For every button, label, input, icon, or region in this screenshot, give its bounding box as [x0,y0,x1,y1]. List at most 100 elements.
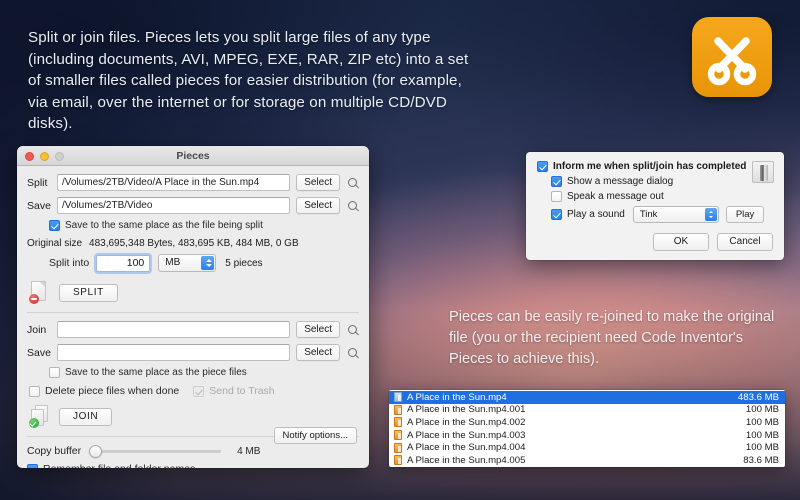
inform-row[interactable]: Inform me when split/join has completed [537,161,773,172]
speak-label: Speak a message out [567,191,664,202]
split-size-input[interactable]: 100 [96,254,151,272]
play-sound-button[interactable]: Play [725,206,765,223]
file-list-row[interactable]: A Place in the Sun.mp4 483.6 MB [389,391,785,404]
join-same-place-checkbox[interactable] [49,367,60,378]
window-titlebar[interactable]: Pieces [17,146,369,166]
remember-names-label: Remember file and folder names [43,463,195,468]
inform-checkbox[interactable] [537,161,548,172]
file-name: A Place in the Sun.mp4.004 [407,442,526,454]
join-save-input[interactable] [57,344,291,361]
split-label: Split [27,176,48,189]
join-save-path-row: Save Select [27,344,359,361]
file-list-row[interactable]: A Place in the Sun.mp4.002 100 MB [389,416,785,429]
piece-file-icon [394,430,402,441]
join-label: Join [27,323,47,336]
delete-pieces-row: Delete piece files when done Send to Tra… [29,385,359,397]
join-same-place-row[interactable]: Save to the same place as the piece file… [49,367,359,378]
file-list-row[interactable]: A Place in the Sun.mp4.001 100 MB [389,404,785,417]
remember-names-checkbox[interactable] [27,463,38,468]
split-same-place-row[interactable]: Save to the same place as the file being… [49,220,359,231]
file-size: 100 MB [745,416,779,428]
copy-buffer-slider[interactable] [89,444,222,458]
split-save-input[interactable]: /Volumes/2TB/Video [57,197,291,214]
send-to-trash-checkbox [193,385,205,397]
split-into-row: Split into 100 MB 5 pieces [49,254,359,272]
video-file-icon [394,392,402,403]
show-dialog-row[interactable]: Show a message dialog [551,176,773,187]
piece-file-icon [394,455,402,466]
sound-select-value: Tink [639,209,658,220]
join-path-input[interactable] [57,321,291,338]
split-action-row: SPLIT [29,281,359,304]
dialog-buttons: OK Cancel [653,233,773,251]
original-size-row: Original size 483,695,348 Bytes, 483,695… [27,238,359,249]
original-size-value: 483,695,348 Bytes, 483,695 KB, 484 MB, 0… [89,238,299,249]
original-size-label: Original size [27,238,83,249]
magnifier-icon[interactable] [347,347,359,359]
split-select-button[interactable]: Select [296,174,340,191]
pieces-count-text: 5 pieces [225,257,263,269]
delete-pieces-checkbox[interactable] [29,385,40,397]
promo-headline-right: Pieces can be easily re-joined to make t… [449,309,775,367]
join-path-row: Join Select [27,321,359,338]
join-button[interactable]: JOIN [59,407,113,426]
file-name: A Place in the Sun.mp4 [407,391,507,403]
file-list-panel[interactable]: A Place in the Sun.mp4 483.6 MB A Place in… [389,390,785,467]
split-save-path-row: Save /Volumes/2TB/Video Select [27,197,359,214]
copy-buffer-label: Copy buffer [27,445,82,457]
file-list-row[interactable]: A Place in the Sun.mp4.003 100 MB [389,429,785,442]
file-list-row[interactable]: A Place in the Sun.mp4.005 83.6 MB [389,454,785,467]
documents-check-icon [29,405,50,428]
show-dialog-checkbox[interactable] [551,176,562,187]
slider-knob[interactable] [89,444,103,458]
split-save-select-button[interactable]: Select [296,197,340,214]
file-list-row[interactable]: A Place in the Sun.mp4.004 100 MB [389,441,785,454]
piece-file-icon [394,442,402,453]
file-name: A Place in the Sun.mp4.003 [407,429,526,441]
magnifier-icon[interactable] [347,200,359,212]
scissors-icon [692,17,772,97]
piece-file-icon [394,404,402,415]
speaker-icon [752,161,774,183]
promo-headline-top: Split or join files. Pieces lets you spl… [28,29,469,132]
split-path-input[interactable]: /Volumes/2TB/Video/A Place in the Sun.mp… [57,174,291,191]
split-button[interactable]: SPLIT [59,283,118,302]
split-same-place-label: Save to the same place as the file being… [65,220,263,231]
sound-select[interactable]: Tink [632,206,719,223]
play-sound-label: Play a sound [567,209,625,220]
inform-label: Inform me when split/join has completed [553,161,747,172]
chevron-updown-icon [201,256,215,270]
file-size: 483.6 MB [737,391,779,403]
close-button[interactable] [25,152,34,161]
divider [27,312,359,313]
split-unit-value: MB [165,257,181,268]
play-sound-checkbox[interactable] [551,209,562,220]
magnifier-icon[interactable] [347,177,359,189]
copy-buffer-row: Copy buffer 4 MB [27,444,359,458]
show-dialog-label: Show a message dialog [567,176,674,187]
remember-names-row[interactable]: Remember file and folder names [27,463,359,468]
speak-checkbox[interactable] [551,191,562,202]
notify-options-button[interactable]: Notify options... [273,427,357,444]
notify-options-panel: Inform me when split/join has completed … [526,152,784,260]
file-size: 100 MB [745,404,779,416]
traffic-lights [25,152,64,161]
join-save-select-button[interactable]: Select [296,344,340,361]
zoom-button [55,152,64,161]
split-same-place-checkbox[interactable] [49,220,60,231]
split-into-label: Split into [49,257,90,269]
magnifier-icon[interactable] [347,324,359,336]
file-name: A Place in the Sun.mp4.002 [407,416,526,428]
pieces-window: Pieces Split /Volumes/2TB/Video/A Place … [17,146,369,468]
speak-row[interactable]: Speak a message out [551,191,773,202]
chevron-updown-icon [704,208,717,221]
document-stop-icon [29,281,48,304]
minimize-button[interactable] [40,152,49,161]
split-unit-select[interactable]: MB [158,254,217,272]
delete-pieces-label: Delete piece files when done [45,385,180,397]
file-size: 83.6 MB [743,454,779,466]
join-action-row: JOIN [29,405,359,428]
ok-button[interactable]: OK [653,233,709,251]
cancel-button[interactable]: Cancel [717,233,773,251]
join-select-button[interactable]: Select [296,321,340,338]
